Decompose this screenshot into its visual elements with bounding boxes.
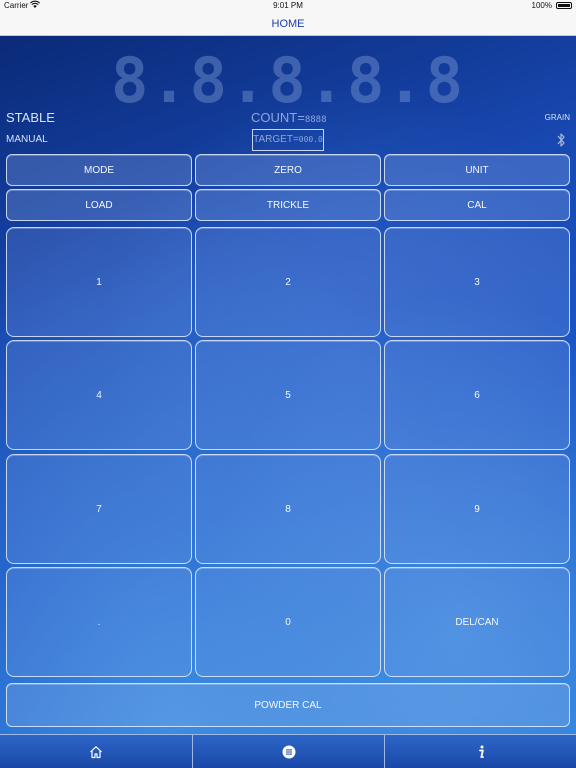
count-readout: COUNT=8888 — [251, 110, 327, 125]
tab-info[interactable] — [384, 735, 576, 768]
main-panel: 8.8.8.8.8 STABLE COUNT=8888 GRAIN MANUAL… — [0, 36, 576, 734]
count-value: 8888 — [304, 115, 327, 125]
key-1[interactable]: 1 — [6, 227, 192, 337]
cal-button[interactable]: CAL — [384, 189, 570, 221]
key-6[interactable]: 6 — [384, 340, 570, 450]
clock: 9:01 PM — [273, 1, 303, 10]
mode-indicator: MANUAL — [6, 134, 48, 145]
key-2[interactable]: 2 — [195, 227, 381, 337]
unit-indicator: GRAIN — [544, 113, 570, 122]
nav-bar: HOME — [0, 12, 576, 36]
key-3[interactable]: 3 — [384, 227, 570, 337]
count-label: COUNT= — [251, 110, 305, 125]
delete-cancel-button[interactable]: DEL/CAN — [384, 567, 570, 677]
key-8[interactable]: 8 — [195, 454, 381, 564]
battery-icon — [556, 2, 572, 9]
key-9[interactable]: 9 — [384, 454, 570, 564]
info-icon — [478, 745, 484, 758]
home-icon — [90, 746, 102, 759]
weight-display: 8.8.8.8.8 — [111, 44, 465, 117]
page-title: HOME — [271, 18, 305, 30]
key-decimal[interactable]: . — [6, 567, 192, 677]
tab-menu[interactable] — [192, 735, 384, 768]
tab-bar — [0, 734, 576, 768]
tab-home[interactable] — [0, 735, 192, 768]
powder-cal-button[interactable]: POWDER CAL — [6, 683, 570, 727]
battery-percent: 100% — [531, 1, 552, 10]
key-7[interactable]: 7 — [6, 454, 192, 564]
bluetooth-icon[interactable] — [556, 132, 566, 148]
zero-button[interactable]: ZERO — [195, 154, 381, 186]
load-button[interactable]: LOAD — [6, 189, 192, 221]
status-bar: Carrier 9:01 PM 100% — [0, 0, 576, 12]
key-4[interactable]: 4 — [6, 340, 192, 450]
list-icon — [282, 745, 295, 759]
key-0[interactable]: 0 — [195, 567, 381, 677]
key-5[interactable]: 5 — [195, 340, 381, 450]
stable-indicator: STABLE — [6, 110, 55, 125]
target-value: 000.0 — [298, 135, 323, 144]
trickle-button[interactable]: TRICKLE — [195, 189, 381, 221]
target-field[interactable]: TARGET=000.0 — [252, 129, 324, 151]
mode-button[interactable]: MODE — [6, 154, 192, 186]
target-label: TARGET= — [253, 134, 299, 145]
unit-button[interactable]: UNIT — [384, 154, 570, 186]
